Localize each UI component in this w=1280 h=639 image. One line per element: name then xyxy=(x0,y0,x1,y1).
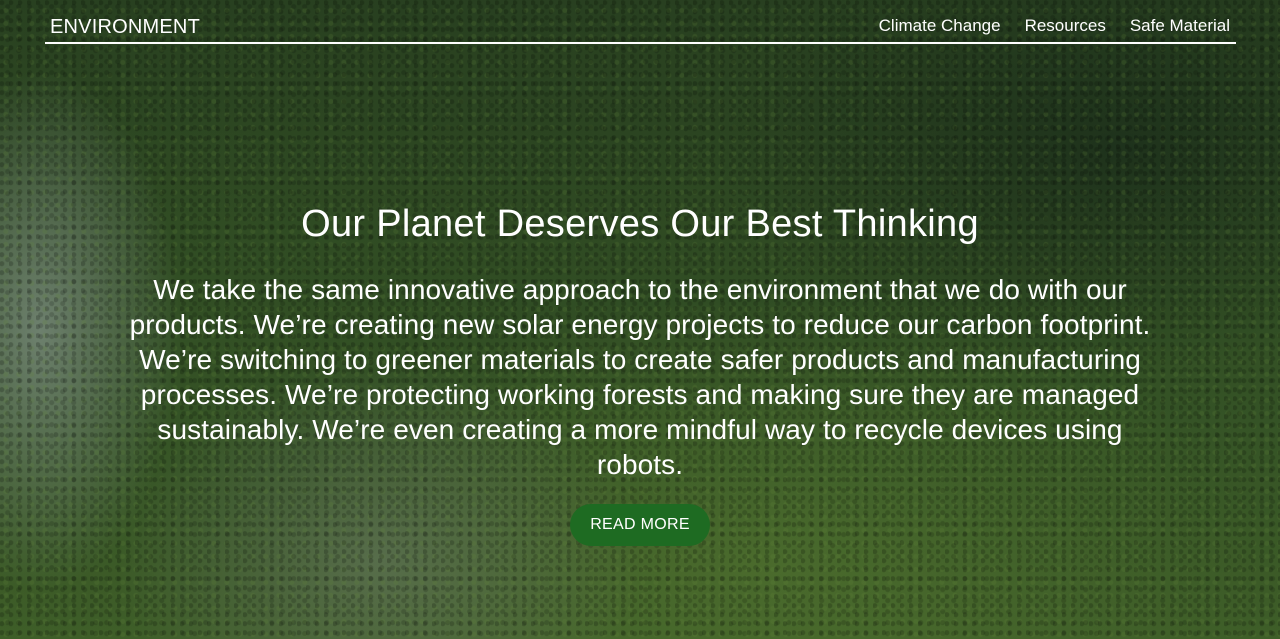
hero-headline: Our Planet Deserves Our Best Thinking xyxy=(301,203,979,245)
hero-content: Our Planet Deserves Our Best Thinking We… xyxy=(90,198,1190,546)
hero-description: We take the same innovative approach to … xyxy=(129,274,1151,480)
nav-links: Climate Change Resources Safe Material xyxy=(879,16,1230,36)
nav-link-resources[interactable]: Resources xyxy=(1025,16,1106,36)
top-navbar: ENVIRONMENT Climate Change Resources Saf… xyxy=(45,0,1236,44)
nav-link-climate-change[interactable]: Climate Change xyxy=(879,16,1001,36)
read-more-button[interactable]: READ MORE xyxy=(570,504,710,546)
nav-link-safe-material[interactable]: Safe Material xyxy=(1130,16,1230,36)
hero-section: ENVIRONMENT Climate Change Resources Saf… xyxy=(0,0,1280,639)
brand-logo-link[interactable]: ENVIRONMENT xyxy=(50,16,200,39)
